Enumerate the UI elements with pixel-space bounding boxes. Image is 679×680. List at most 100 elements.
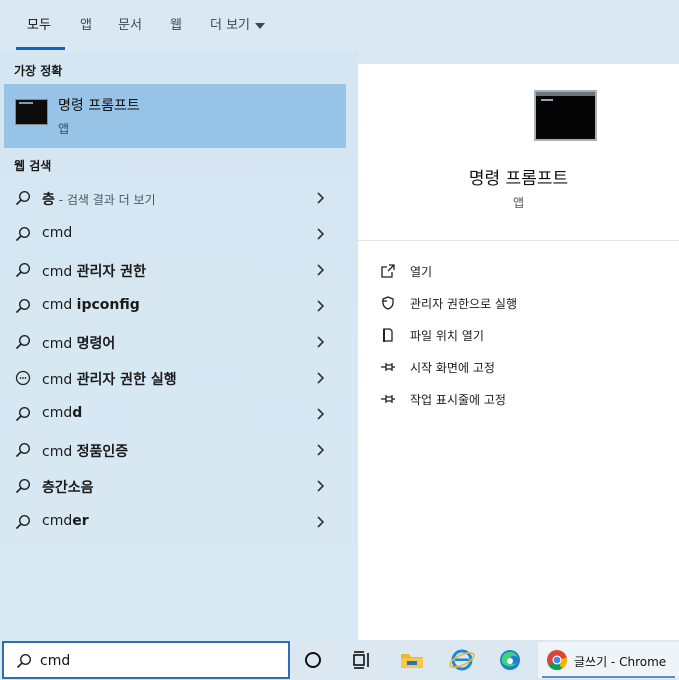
- suggestion-text: cmd ipconfig: [42, 297, 140, 313]
- active-tab-indicator: [16, 47, 65, 50]
- search-suggestion-row[interactable]: cmd 관리자 권한 실행: [0, 360, 346, 396]
- chevron-right-icon[interactable]: [314, 406, 328, 422]
- suggestion-completion: ipconfig: [76, 297, 140, 313]
- search-icon: [15, 226, 31, 242]
- suggestion-completion: 층: [42, 192, 55, 208]
- chevron-right-icon[interactable]: [314, 262, 328, 278]
- cortana-icon: [305, 652, 321, 668]
- chrome-icon: [547, 650, 567, 671]
- detail-action-label: 작업 표시줄에 고정: [410, 393, 506, 407]
- search-icon: [15, 478, 31, 494]
- suggestion-query: cmd: [42, 372, 77, 388]
- detail-action-item[interactable]: 작업 표시줄에 고정: [380, 387, 660, 411]
- chevron-right-icon[interactable]: [314, 478, 328, 494]
- filter-tabs: 모두 앱 문서 웹 더 보기: [0, 0, 679, 52]
- search-suggestion-row[interactable]: cmder: [0, 504, 346, 540]
- detail-action-item[interactable]: 관리자 권한으로 실행: [380, 291, 660, 315]
- suggestion-text: cmder: [42, 513, 89, 529]
- tab-web[interactable]: 웹: [170, 14, 182, 33]
- suggestion-completion: d: [72, 405, 83, 421]
- best-match-subtitle: 앱: [58, 122, 70, 136]
- search-icon: [15, 514, 31, 530]
- search-suggestion-row[interactable]: 층간소음: [0, 468, 346, 504]
- search-suggestion-row[interactable]: 층 - 검색 결과 더 보기: [0, 180, 346, 216]
- suggestion-text: 층간소음: [42, 477, 94, 497]
- chevron-right-icon[interactable]: [314, 334, 328, 350]
- search-suggestion-row[interactable]: cmdd: [0, 396, 346, 432]
- cortana-button[interactable]: [293, 644, 333, 676]
- task-view-icon: [353, 651, 369, 669]
- detail-title: 명령 프롬프트: [468, 169, 569, 189]
- suggestion-hint: - 검색 결과 더 보기: [54, 193, 156, 207]
- suggestion-text: cmd 정품인증: [42, 441, 128, 461]
- results-pane: 가장 정확 명령 프롬프트 앱 웹 검색 층 - 검색 결과 더 보기 cmd cm…: [0, 52, 358, 640]
- edge-button[interactable]: [490, 644, 530, 676]
- best-match-heading: 가장 정확: [14, 64, 63, 78]
- detail-action-item[interactable]: 열기: [380, 259, 660, 283]
- web-search-heading: 웹 검색: [14, 159, 52, 173]
- best-match-item[interactable]: 명령 프롬프트 앱: [4, 84, 346, 148]
- detail-action-label: 열기: [410, 265, 433, 279]
- search-suggestion-row[interactable]: cmd ipconfig: [0, 288, 346, 324]
- detail-action-label: 관리자 권한으로 실행: [410, 297, 517, 311]
- active-app-indicator: [542, 676, 675, 678]
- tab-more[interactable]: 더 보기: [210, 14, 266, 33]
- pin-icon: [380, 359, 396, 375]
- taskbar: 글쓰기 - Chrome: [0, 640, 679, 680]
- internet-explorer-button[interactable]: [442, 644, 482, 676]
- chat-search-icon: [15, 370, 31, 386]
- detail-action-label: 시작 화면에 고정: [410, 361, 495, 375]
- suggestion-completion: 관리자 권한 실행: [76, 372, 177, 388]
- suggestion-completion: 정품인증: [76, 444, 129, 460]
- detail-action-item[interactable]: 파일 위치 열기: [380, 323, 660, 347]
- suggestion-completion: 층간소음: [42, 480, 94, 496]
- search-icon: [15, 334, 31, 350]
- chrome-taskbar-button[interactable]: 글쓰기 - Chrome: [538, 642, 679, 678]
- suggestion-query: cmd: [42, 405, 73, 421]
- pin-icon: [380, 391, 396, 407]
- suggestion-text: cmd 관리자 권한 실행: [42, 369, 177, 389]
- terminal-icon: [15, 99, 48, 125]
- suggestion-text: cmd 관리자 권한: [42, 261, 146, 281]
- chevron-right-icon[interactable]: [314, 226, 328, 242]
- tab-apps[interactable]: 앱: [80, 14, 92, 33]
- best-match-title: 명령 프롬프트: [58, 98, 140, 114]
- suggestion-text: cmd 명령어: [42, 333, 115, 353]
- file-location-icon: [380, 327, 396, 343]
- file-explorer-button[interactable]: [392, 644, 432, 676]
- chevron-right-icon[interactable]: [314, 370, 328, 386]
- search-suggestion-row[interactable]: cmd 관리자 권한: [0, 252, 346, 288]
- chevron-right-icon[interactable]: [314, 298, 328, 314]
- start-search-panel: 모두 앱 문서 웹 더 보기 가장 정확 명령 프롬프트 앱 웹 검색 층 - …: [0, 0, 679, 640]
- search-icon: [15, 190, 31, 206]
- suggestion-completion: er: [72, 513, 89, 529]
- search-icon: [15, 442, 31, 458]
- search-icon: [15, 262, 31, 278]
- chevron-down-icon: [255, 22, 266, 29]
- tab-documents[interactable]: 문서: [118, 14, 142, 33]
- search-icon: [16, 653, 32, 669]
- chevron-right-icon[interactable]: [314, 442, 328, 458]
- tab-all[interactable]: 모두: [27, 14, 51, 33]
- taskbar-search-box[interactable]: [2, 641, 290, 679]
- suggestion-query: cmd: [42, 264, 77, 280]
- suggestion-query: cmd: [42, 336, 77, 352]
- chevron-right-icon[interactable]: [314, 514, 328, 530]
- search-suggestion-row[interactable]: cmd 명령어: [0, 324, 346, 360]
- detail-pane: 명령 프롬프트 앱 열기관리자 권한으로 실행파일 위치 열기시작 화면에 고정…: [358, 64, 679, 640]
- suggestion-completion: 관리자 권한: [76, 264, 146, 280]
- internet-explorer-icon: [449, 649, 475, 671]
- search-icon: [15, 406, 31, 422]
- suggestion-query: cmd: [42, 225, 73, 241]
- detail-action-item[interactable]: 시작 화면에 고정: [380, 355, 660, 379]
- search-icon: [15, 298, 31, 314]
- search-input[interactable]: [40, 649, 280, 673]
- open-icon: [380, 263, 396, 279]
- suggestion-query: cmd: [42, 513, 73, 529]
- chevron-right-icon[interactable]: [314, 190, 328, 206]
- suggestion-completion: 명령어: [76, 336, 116, 352]
- detail-subtitle: 앱: [512, 196, 525, 210]
- task-view-button[interactable]: [342, 644, 382, 676]
- search-suggestion-row[interactable]: cmd: [0, 216, 346, 252]
- search-suggestion-row[interactable]: cmd 정품인증: [0, 432, 346, 468]
